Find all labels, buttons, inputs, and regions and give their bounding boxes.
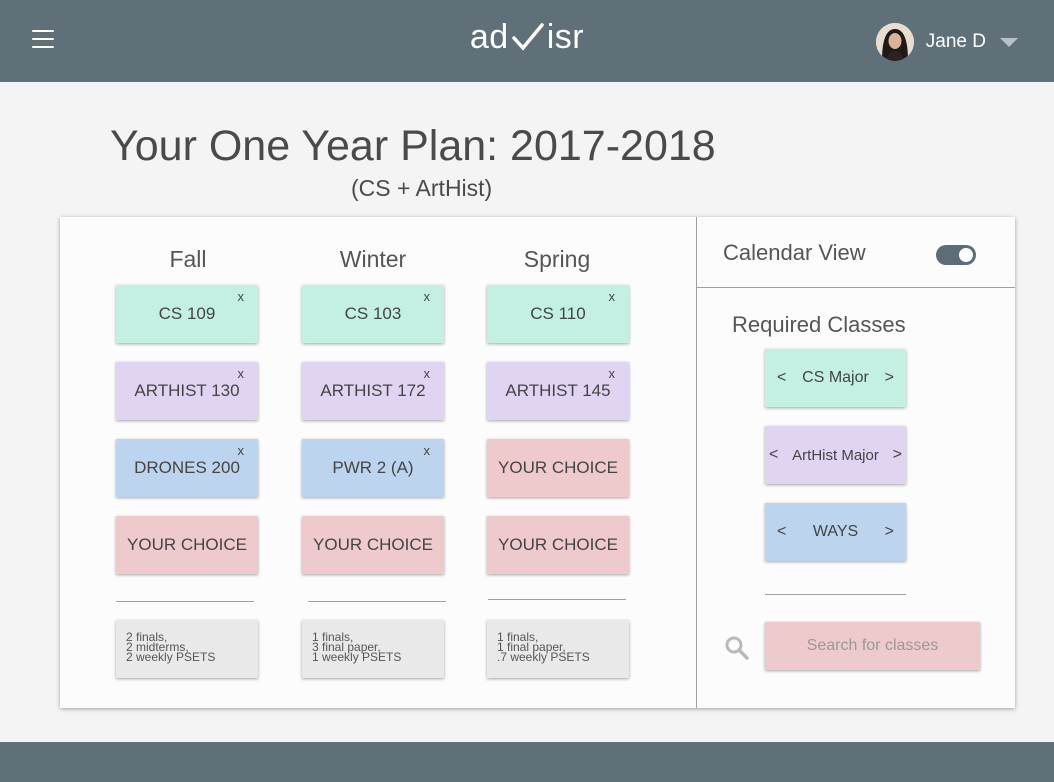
- required-arthist-major[interactable]: < ArtHist Major >: [765, 426, 906, 484]
- sidebar-section-divider: [697, 287, 1015, 288]
- class-card-label: ARTHIST 145: [505, 381, 611, 400]
- class-card[interactable]: ARTHIST 172 x: [302, 362, 444, 420]
- column-divider: [116, 601, 254, 602]
- class-card-label: YOUR CHOICE: [498, 535, 618, 554]
- page-subtitle: (CS + ArtHist): [351, 175, 493, 201]
- class-card[interactable]: PWR 2 (A) x: [302, 439, 444, 497]
- chevron-down-icon[interactable]: [1000, 37, 1018, 47]
- required-cs-major[interactable]: < CS Major >: [765, 349, 906, 407]
- toggle-knob: [959, 248, 973, 262]
- your-choice-slot[interactable]: YOUR CHOICE: [487, 516, 629, 574]
- remove-class-icon[interactable]: x: [238, 366, 245, 381]
- class-card-label: CS 109: [158, 304, 216, 323]
- class-card-label: CS 110: [530, 304, 586, 323]
- required-label: CS Major: [802, 369, 869, 386]
- plan-panel: Fall Winter Spring CS 109 x ARTHIST 130 …: [60, 217, 1015, 708]
- class-card-label: YOUR CHOICE: [127, 535, 247, 554]
- checkmark-icon: [511, 22, 545, 61]
- required-divider: [765, 594, 906, 595]
- chevron-right-icon[interactable]: >: [885, 523, 894, 541]
- class-card[interactable]: DRONES 200 x: [116, 439, 258, 497]
- remove-class-icon[interactable]: x: [424, 289, 431, 304]
- class-card-label: DRONES 200: [134, 458, 240, 477]
- chevron-right-icon[interactable]: >: [893, 446, 902, 464]
- remove-class-icon[interactable]: x: [609, 289, 616, 304]
- class-card[interactable]: CS 109 x: [116, 285, 258, 343]
- search-input[interactable]: [765, 622, 980, 670]
- your-choice-slot[interactable]: YOUR CHOICE: [302, 516, 444, 574]
- class-card-label: PWR 2 (A): [332, 458, 414, 477]
- chevron-left-icon[interactable]: <: [777, 369, 786, 387]
- chevron-left-icon[interactable]: <: [769, 446, 778, 464]
- required-label: WAYS: [812, 523, 859, 540]
- logo-text-right: isr: [546, 18, 585, 56]
- required-ways[interactable]: < WAYS >: [765, 503, 906, 561]
- class-card[interactable]: ARTHIST 130 x: [116, 362, 258, 420]
- class-card[interactable]: ARTHIST 145 x: [487, 362, 629, 420]
- top-bar: ad isr Jane D: [0, 0, 1054, 82]
- chevron-left-icon[interactable]: <: [777, 523, 786, 541]
- your-choice-slot[interactable]: YOUR CHOICE: [116, 516, 258, 574]
- class-card-label: YOUR CHOICE: [313, 535, 433, 554]
- class-card-label: YOUR CHOICE: [498, 458, 618, 477]
- user-menu[interactable]: Jane D: [875, 22, 1018, 62]
- remove-class-icon[interactable]: x: [424, 443, 431, 458]
- search-icon[interactable]: [724, 635, 750, 661]
- footer-bar: [0, 742, 1054, 782]
- class-card[interactable]: CS 110 x: [487, 285, 629, 343]
- user-name: Jane D: [925, 31, 986, 52]
- avatar: [875, 23, 914, 61]
- page-title: Your One Year Plan: 2017-2018: [110, 122, 716, 170]
- column-divider: [488, 599, 626, 600]
- remove-class-icon[interactable]: x: [424, 366, 431, 381]
- class-card[interactable]: CS 103 x: [302, 285, 444, 343]
- required-label: ArtHist Major: [792, 446, 879, 464]
- column-divider: [308, 601, 446, 602]
- calendar-view-toggle[interactable]: [936, 245, 976, 265]
- remove-class-icon[interactable]: x: [238, 443, 245, 458]
- your-choice-slot[interactable]: YOUR CHOICE: [487, 439, 629, 497]
- workload-summary: 2 finals, 2 midterms, 2 weekly PSETS: [116, 620, 258, 678]
- logo-text-left: ad: [469, 18, 509, 56]
- workload-summary: 1 finals, 3 final paper, 1 weekly PSETS: [302, 620, 444, 678]
- quarter-header-winter: Winter: [339, 246, 407, 272]
- workload-line: 1 weekly PSETS: [312, 650, 402, 664]
- quarter-header-fall: Fall: [169, 246, 207, 272]
- workload-summary: 1 finals, 1 final paper, .7 weekly PSETS: [487, 620, 629, 678]
- sidebar-divider: [696, 217, 697, 708]
- remove-class-icon[interactable]: x: [238, 289, 245, 304]
- remove-class-icon[interactable]: x: [609, 366, 616, 381]
- required-classes-heading: Required Classes: [732, 312, 906, 337]
- class-card-label: CS 103: [344, 304, 402, 323]
- workload-line: .7 weekly PSETS: [497, 650, 590, 664]
- chevron-right-icon[interactable]: >: [885, 369, 894, 387]
- quarter-header-spring: Spring: [523, 246, 591, 272]
- workload-line: 2 weekly PSETS: [126, 650, 216, 664]
- class-card-label: ARTHIST 130: [134, 381, 240, 400]
- class-card-label: ARTHIST 172: [320, 381, 426, 400]
- calendar-view-label: Calendar View: [723, 240, 866, 265]
